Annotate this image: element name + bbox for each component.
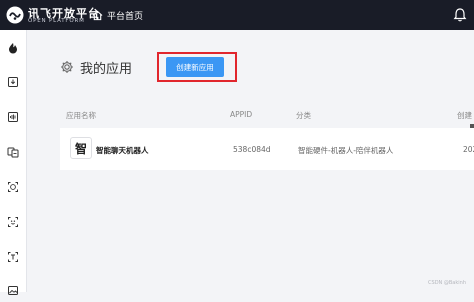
iflytek-logo-icon xyxy=(6,6,24,24)
scan-face-icon xyxy=(8,217,18,227)
sidebar-item-translate[interactable] xyxy=(0,140,26,164)
nav-home-label: 平台首页 xyxy=(107,11,144,22)
text-recognition-icon xyxy=(8,252,18,262)
col-header-category[interactable]: 分类 xyxy=(296,110,311,121)
watermark: CSDN @Bakinh xyxy=(428,280,466,286)
col-header-created[interactable]: 创建 xyxy=(457,110,472,121)
col-header-appid[interactable]: APPID xyxy=(230,110,252,119)
col-header-app-name[interactable]: 应用名称 xyxy=(66,110,96,121)
app-created-date: 202 xyxy=(463,145,474,154)
sidebar-item-spark[interactable] xyxy=(0,36,26,60)
download-icon xyxy=(8,77,18,87)
app-name[interactable]: 智能聊天机器人 xyxy=(96,145,149,156)
brand-logo[interactable]: 讯飞开放平台 OPEN PLATFORM xyxy=(6,3,99,27)
top-bar: 讯飞开放平台 OPEN PLATFORM 平台首页 xyxy=(0,0,474,30)
page-title: 我的应用 xyxy=(60,57,132,77)
sidebar-item-text-recognition[interactable] xyxy=(0,245,26,269)
brand-name-en: OPEN PLATFORM xyxy=(28,18,85,24)
table-row[interactable]: 智 智能聊天机器人 538c084d 智能硬件-机器人-陪伴机器人 202 xyxy=(60,128,474,170)
audio-wave-icon xyxy=(8,112,18,122)
spark-icon xyxy=(9,43,17,54)
image-icon xyxy=(8,286,18,295)
app-appid: 538c084d xyxy=(233,145,271,154)
home-icon xyxy=(92,10,103,20)
nav-home-link[interactable]: 平台首页 xyxy=(92,7,143,23)
face-icon xyxy=(8,182,18,192)
sidebar-rail xyxy=(0,30,27,295)
app-avatar: 智 xyxy=(70,137,92,159)
sidebar-item-download[interactable] xyxy=(0,70,26,94)
bell-icon[interactable] xyxy=(452,7,468,23)
sidebar-item-image[interactable] xyxy=(0,278,26,302)
app-category: 智能硬件-机器人-陪伴机器人 xyxy=(298,146,394,155)
create-app-button[interactable]: 创建新应用 xyxy=(166,57,224,77)
page-title-text: 我的应用 xyxy=(80,61,133,77)
gear-icon xyxy=(61,61,73,73)
translate-icon xyxy=(7,147,19,158)
sidebar-item-face[interactable] xyxy=(0,175,26,199)
sidebar-item-audio[interactable] xyxy=(0,105,26,129)
sidebar-item-scan-face[interactable] xyxy=(0,210,26,234)
